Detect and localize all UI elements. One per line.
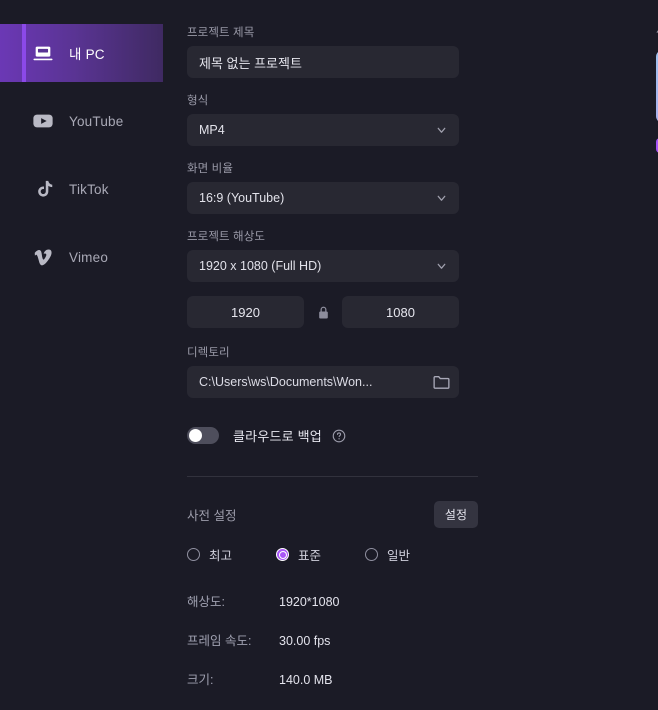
preset-option-label: 표준 bbox=[298, 549, 322, 563]
info-row-resolution: 해상도: 1920*1080 bbox=[187, 591, 459, 610]
tiktok-icon bbox=[30, 176, 56, 202]
export-dialog: 내 PC YouTube TikTok Vimeo 프로젝트 제목 제목 없는 … bbox=[0, 0, 658, 710]
sidebar-item-youtube[interactable]: YouTube bbox=[0, 92, 163, 150]
aspect-ratio-value: 16:9 (YouTube) bbox=[199, 191, 285, 205]
sidebar-item-label: TikTok bbox=[69, 181, 109, 197]
destination-sidebar: 내 PC YouTube TikTok Vimeo bbox=[0, 0, 163, 710]
format-label: 형식 bbox=[187, 95, 209, 107]
aspect-ratio-label: 화면 비율 bbox=[187, 163, 234, 175]
info-key: 해상도: bbox=[187, 595, 225, 609]
sidebar-item-label: YouTube bbox=[69, 113, 124, 129]
directory-label: 디렉토리 bbox=[187, 347, 230, 359]
width-input[interactable]: 1920 bbox=[187, 296, 304, 328]
resolution-label: 프로젝트 해상도 bbox=[187, 231, 266, 243]
radio-indicator bbox=[187, 548, 200, 561]
preset-radio-group: 최고 표준 일반 bbox=[187, 545, 459, 564]
export-form: 프로젝트 제목 제목 없는 프로젝트 형식 MP4 화면 비율 16:9 (Yo… bbox=[187, 24, 478, 708]
info-value: 140.0 MB bbox=[279, 673, 333, 687]
directory-value: C:\Users\ws\Documents\Won... bbox=[199, 375, 373, 389]
directory-input[interactable]: C:\Users\ws\Documents\Won... bbox=[187, 366, 459, 398]
format-value: MP4 bbox=[199, 123, 225, 137]
preset-option-label: 일반 bbox=[387, 549, 411, 563]
sidebar-item-label: Vimeo bbox=[69, 249, 109, 265]
toggle-knob bbox=[189, 429, 202, 442]
preset-title: 사전 설정 bbox=[187, 509, 237, 523]
preset-option-normal[interactable]: 일반 bbox=[365, 545, 410, 564]
question-circle-icon[interactable] bbox=[332, 429, 346, 443]
output-info-list: 해상도: 1920*1080 프레임 속도: 30.00 fps 크기: 140… bbox=[187, 591, 459, 688]
width-value: 1920 bbox=[231, 304, 260, 320]
resolution-select[interactable]: 1920 x 1080 (Full HD) bbox=[187, 250, 459, 282]
preset-header: 사전 설정 설정 bbox=[187, 501, 478, 528]
sidebar-item-tiktok[interactable]: TikTok bbox=[0, 160, 163, 218]
radio-indicator-selected bbox=[276, 548, 290, 561]
settings-button[interactable]: 설정 bbox=[433, 501, 478, 528]
chevron-down-icon bbox=[435, 260, 448, 273]
resolution-value: 1920 x 1080 (Full HD) bbox=[199, 259, 322, 273]
section-divider bbox=[187, 476, 478, 477]
height-value: 1080 bbox=[386, 304, 415, 320]
cloud-backup-toggle[interactable] bbox=[187, 427, 219, 444]
project-title-label: 프로젝트 제목 bbox=[187, 27, 255, 39]
vimeo-icon bbox=[30, 244, 56, 270]
info-key: 프레임 속도: bbox=[187, 634, 252, 648]
chevron-down-icon bbox=[435, 192, 448, 205]
project-title-input[interactable]: 제목 없는 프로젝트 bbox=[187, 46, 459, 78]
settings-panel: 프로젝트 제목 제목 없는 프로젝트 형식 MP4 화면 비율 16:9 (Yo… bbox=[163, 0, 658, 710]
info-row-framerate: 프레임 속도: 30.00 fps bbox=[187, 630, 459, 649]
info-key: 크기: bbox=[187, 673, 214, 687]
sidebar-item-vimeo[interactable]: Vimeo bbox=[0, 228, 163, 286]
info-value: 30.00 fps bbox=[279, 634, 331, 648]
project-title-value: 제목 없는 프로젝트 bbox=[199, 55, 302, 71]
folder-icon[interactable] bbox=[433, 375, 450, 390]
preset-option-standard[interactable]: 표준 bbox=[276, 545, 321, 564]
height-input[interactable]: 1080 bbox=[342, 296, 459, 328]
youtube-icon bbox=[30, 108, 56, 134]
cloud-backup-label: 클라우드로 백업 bbox=[233, 429, 322, 444]
radio-indicator bbox=[365, 548, 379, 561]
preset-option-highest[interactable]: 최고 bbox=[187, 545, 232, 564]
aspect-ratio-select[interactable]: 16:9 (YouTube) bbox=[187, 182, 459, 214]
sidebar-item-my-pc[interactable]: 내 PC bbox=[0, 24, 163, 82]
cloud-backup-row: 클라우드로 백업 bbox=[187, 426, 459, 445]
preset-option-label: 최고 bbox=[209, 549, 233, 563]
laptop-icon bbox=[30, 40, 56, 66]
lock-icon bbox=[318, 306, 329, 319]
chevron-down-icon bbox=[435, 124, 448, 137]
dimension-row: 1920 1080 bbox=[187, 296, 459, 328]
sidebar-item-label: 내 PC bbox=[69, 47, 105, 62]
info-row-size: 크기: 140.0 MB bbox=[187, 669, 459, 688]
info-value: 1920*1080 bbox=[279, 595, 340, 609]
format-select[interactable]: MP4 bbox=[187, 114, 459, 146]
aspect-lock-toggle[interactable] bbox=[304, 306, 342, 319]
